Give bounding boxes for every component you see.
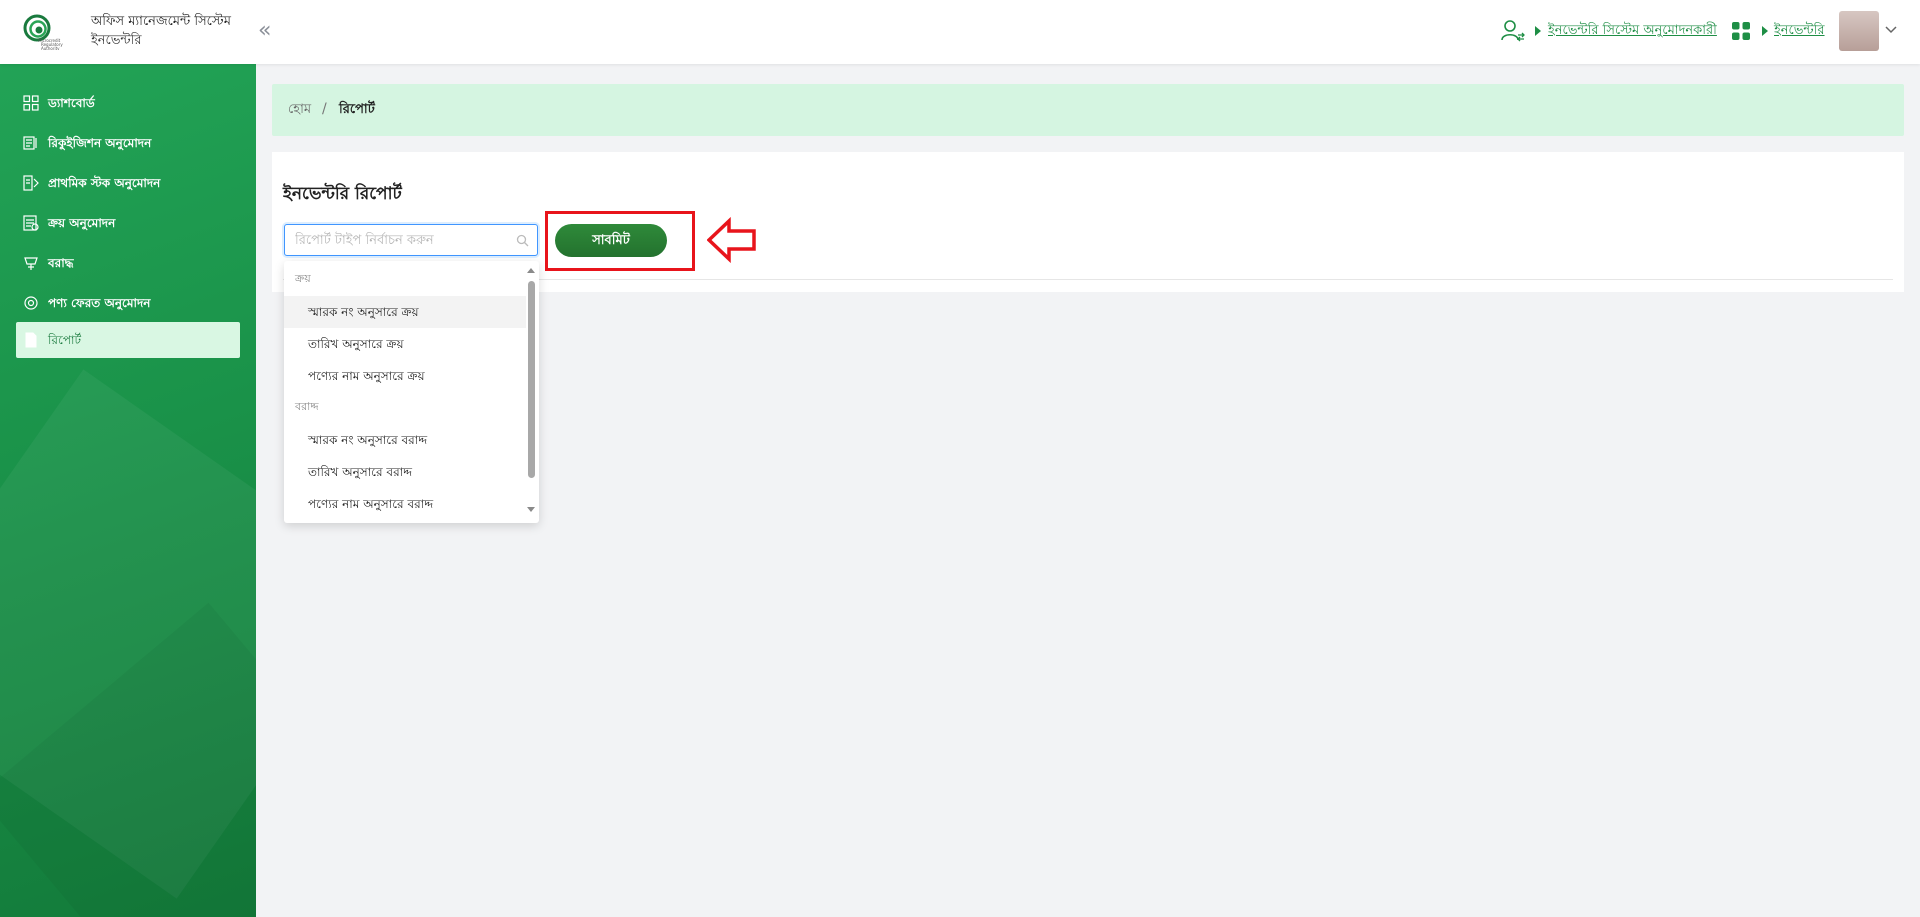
return-icon: [24, 296, 38, 310]
option-label: পণ্যের নাম অনুসারে ক্রয়: [308, 369, 425, 383]
scrollbar-thumb[interactable]: [528, 281, 535, 478]
breadcrumb-current: রিপোর্ট: [339, 102, 375, 117]
module-link[interactable]: ইনভেন্টরি: [1774, 22, 1825, 40]
sidebar-item-dashboard[interactable]: ড্যাশবোর্ড: [16, 85, 240, 121]
apps-grid-icon[interactable]: [1732, 22, 1750, 40]
submit-button[interactable]: সাবমিট: [555, 224, 667, 257]
sidebar-item-label: ড্যাশবোর্ড: [48, 96, 95, 110]
breadcrumb-home-link[interactable]: হোম: [288, 101, 311, 119]
sidebar-item-label: বরাদ্ধ: [48, 256, 74, 270]
app-subtitle: ইনভেন্টরি: [91, 33, 142, 48]
option-label: স্মারক নং অনুসারে বরাদ্দ: [308, 433, 428, 447]
user-avatar[interactable]: [1839, 11, 1879, 51]
sidebar-item-report[interactable]: রিপোর্ট: [16, 322, 240, 358]
requisition-icon: [23, 136, 37, 150]
dashboard-icon: [23, 95, 39, 111]
report-icon: [25, 332, 37, 348]
user-switch-icon[interactable]: [1500, 18, 1526, 44]
dropdown-option[interactable]: পণ্যের নাম অনুসারে বরাদ্দ: [284, 488, 526, 520]
sidebar-item-label: প্রাথমিক স্টক অনুমোদন: [48, 176, 161, 190]
app-title: অফিস ম্যানেজমেন্ট সিস্টেম: [91, 14, 231, 29]
dropdown-option[interactable]: তারিখ অনুসারে ক্রয়: [284, 328, 526, 360]
option-label: পণ্যের নাম অনুসারে বরাদ্দ: [308, 497, 434, 511]
dropdown-option[interactable]: স্মারক নং অনুসারে ক্রয়: [284, 296, 526, 328]
sidebar-item-initial-stock[interactable]: প্রাথমিক স্টক অনুমোদন: [16, 165, 240, 201]
double-chevron-left-icon[interactable]: «: [258, 18, 271, 44]
search-icon: [516, 234, 529, 247]
sidebar-item-label: পণ্য ফেরত অনুমোদন: [48, 296, 151, 310]
top-header: Microcredit Regulatory Authority অফিস ম্…: [0, 0, 1920, 64]
svg-text:Authority: Authority: [41, 46, 60, 50]
sidebar-item-label: রিকুইজিশন অনুমোদন: [48, 136, 152, 150]
stock-icon: [23, 175, 39, 191]
role-link[interactable]: ইনভেন্টরি সিস্টেম অনুমোদনকারী: [1548, 22, 1717, 40]
option-group-label: বরাদ্দ: [295, 400, 319, 413]
report-type-select[interactable]: [284, 224, 538, 256]
chevron-down-icon[interactable]: [1884, 22, 1898, 36]
sidebar-item-requisition[interactable]: রিকুইজিশন অনুমোদন: [16, 125, 240, 161]
allocation-icon: [24, 257, 38, 270]
breadcrumb: হোম / রিপোর্ট: [272, 84, 1904, 136]
brand-logo: Microcredit Regulatory Authority: [23, 14, 63, 50]
dropdown-option[interactable]: তারিখ অনুসারে বরাদ্দ: [284, 456, 526, 488]
purchase-icon: [23, 215, 39, 231]
report-type-dropdown: ক্রয় স্মারক নং অনুসারে ক্রয় তারিখ অনুস…: [284, 261, 539, 523]
option-label: তারিখ অনুসারে বরাদ্দ: [308, 465, 413, 479]
page-title: ইনভেন্টরি রিপোর্ট: [283, 184, 402, 204]
sidebar-item-product-return[interactable]: পণ্য ফেরত অনুমোদন: [16, 285, 240, 321]
sidebar-item-label: রিপোর্ট: [48, 333, 82, 347]
dropdown-option[interactable]: পণ্যের নাম অনুসারে ক্রয়: [284, 360, 526, 392]
breadcrumb-separator: /: [322, 101, 327, 117]
dropdown-option[interactable]: স্মারক নং অনুসারে বরাদ্দ: [284, 424, 526, 456]
sidebar-item-label: ক্রয় অনুমোদন: [48, 216, 116, 230]
scroll-down-arrow-icon[interactable]: [527, 507, 535, 513]
scroll-up-arrow-icon[interactable]: [527, 267, 535, 273]
option-label: স্মারক নং অনুসারে ক্রয়: [308, 305, 419, 319]
option-label: তারিখ অনুসারে ক্রয়: [308, 337, 404, 351]
sidebar-item-allocation[interactable]: বরাদ্ধ: [16, 245, 240, 281]
option-group-label: ক্রয়: [295, 272, 311, 285]
caret-right-icon: [1535, 26, 1541, 36]
sidebar: ড্যাশবোর্ড রিকুইজিশন অনুমোদন প্রাথমিক স্…: [0, 64, 256, 917]
caret-right-icon: [1762, 26, 1768, 36]
sidebar-item-purchase[interactable]: ক্রয় অনুমোদন: [16, 205, 240, 241]
report-type-search-input[interactable]: [295, 230, 505, 250]
